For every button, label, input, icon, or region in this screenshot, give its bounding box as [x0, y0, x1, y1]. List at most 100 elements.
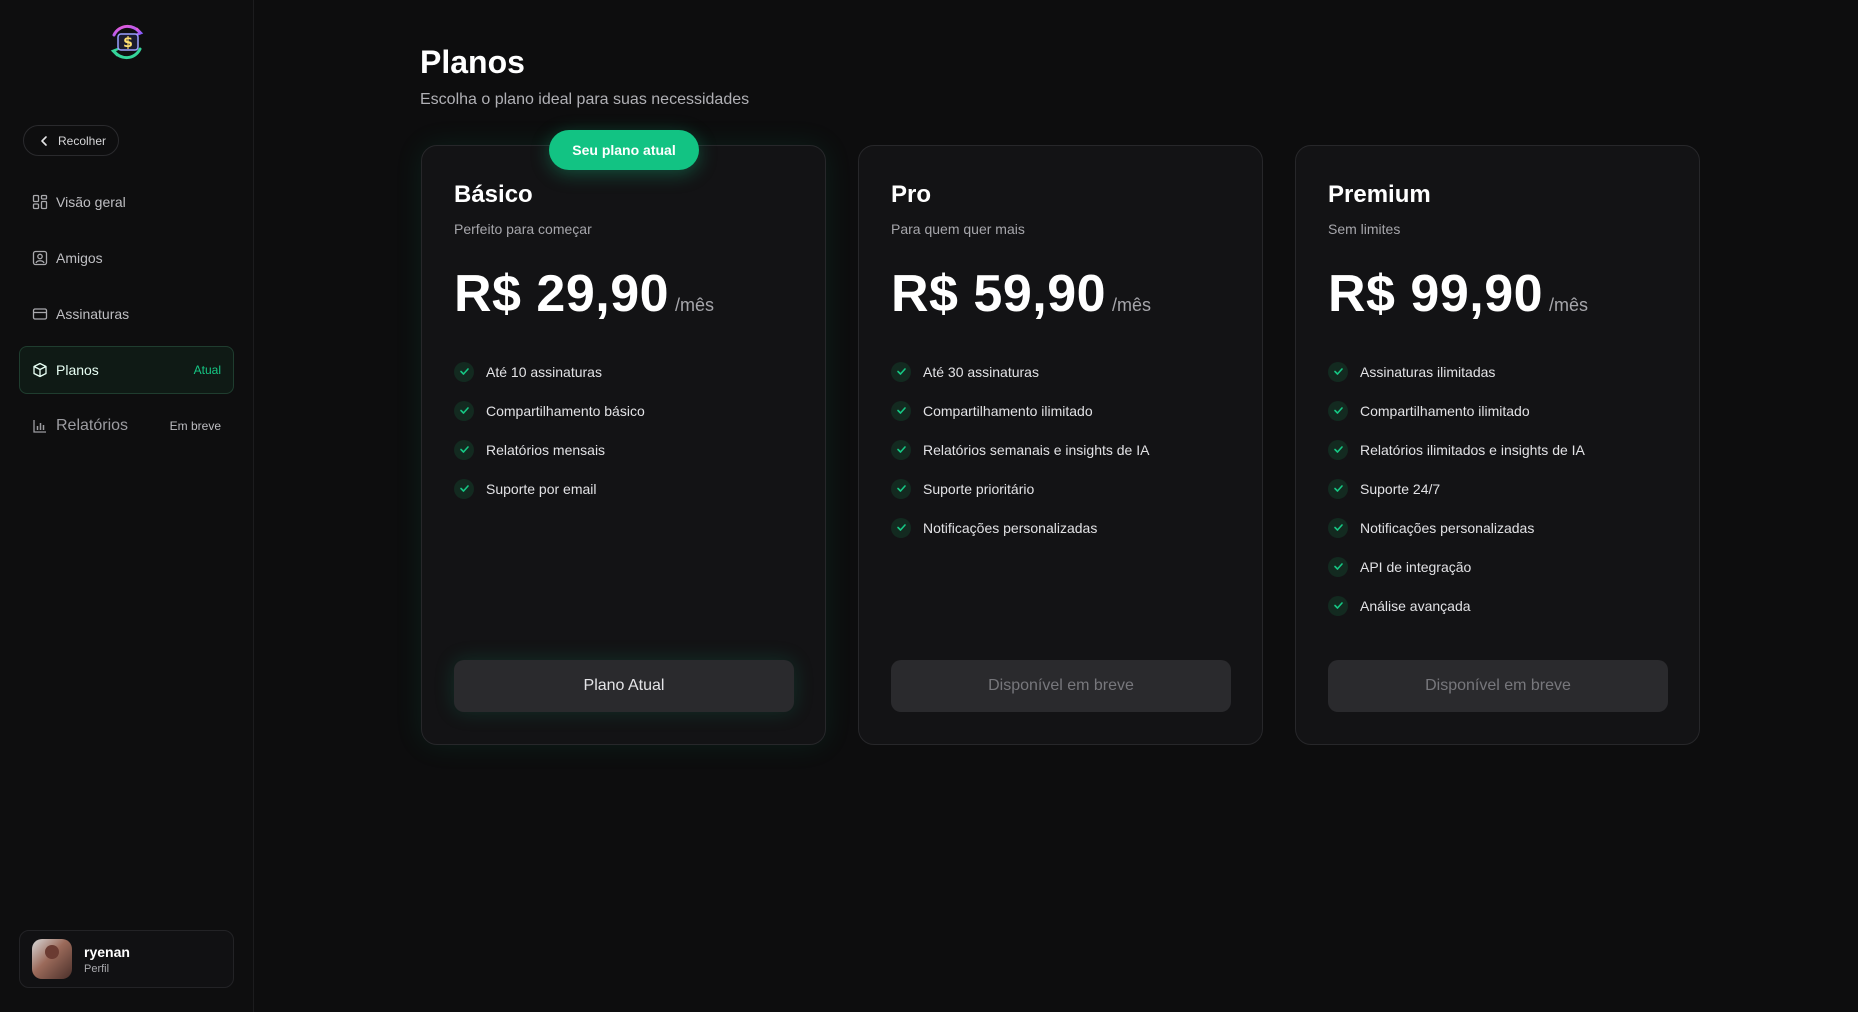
price-row: R$ 59,90 /mês — [891, 264, 1151, 324]
plan-card-premium: Premium Sem limites R$ 99,90 /mês Assina… — [1295, 145, 1700, 745]
feature-item: Notificações personalizadas — [891, 508, 1149, 547]
feature-label: Análise avançada — [1360, 597, 1471, 614]
feature-item: Suporte por email — [454, 469, 645, 508]
feature-label: Compartilhamento básico — [486, 402, 645, 419]
price-period: /mês — [1549, 295, 1589, 315]
sidebar-item-planos[interactable]: Planos Atual — [19, 346, 234, 394]
avatar — [32, 939, 72, 979]
feature-list: Assinaturas ilimitadas Compartilhamento … — [1328, 352, 1585, 625]
feature-item: Análise avançada — [1328, 586, 1585, 625]
collapse-button[interactable]: Recolher — [23, 125, 119, 156]
feature-label: Assinaturas ilimitadas — [1360, 363, 1496, 380]
profile-name: ryenan — [84, 943, 130, 960]
feature-item: Compartilhamento ilimitado — [891, 391, 1149, 430]
plan-description: Para quem quer mais — [891, 221, 1025, 237]
feature-item: Até 30 assinaturas — [891, 352, 1149, 391]
sidebar-item-assinaturas[interactable]: Assinaturas — [19, 290, 234, 338]
sidebar-item-label: Visão geral — [56, 194, 126, 210]
feature-item: API de integração — [1328, 547, 1585, 586]
plan-price: R$ 29,90 — [454, 265, 670, 323]
profile-subtitle: Perfil — [84, 962, 110, 975]
check-icon — [891, 439, 911, 460]
feature-item: Suporte prioritário — [891, 469, 1149, 508]
feature-item: Relatórios semanais e insights de IA — [891, 430, 1149, 469]
sidebar: $ Recolher Visão geral Amigos Assinatura… — [0, 0, 254, 1012]
current-plan-button[interactable]: Plano Atual — [454, 660, 794, 712]
feature-item: Assinaturas ilimitadas — [1328, 352, 1585, 391]
feature-item: Até 10 assinaturas — [454, 352, 645, 391]
plan-name: Básico — [454, 181, 533, 208]
contact-icon — [32, 250, 48, 266]
price-period: /mês — [1112, 295, 1152, 315]
svg-text:$: $ — [123, 35, 133, 51]
plan-price: R$ 59,90 — [891, 265, 1107, 323]
feature-label: Relatórios mensais — [486, 441, 606, 458]
price-row: R$ 29,90 /mês — [454, 264, 714, 324]
plan-name: Pro — [891, 181, 932, 208]
feature-label: Suporte prioritário — [923, 480, 1035, 497]
feature-label: Notificações personalizadas — [1360, 519, 1535, 536]
feature-label: Notificações personalizadas — [923, 519, 1098, 536]
feature-label: Até 30 assinaturas — [923, 363, 1039, 380]
check-icon — [891, 361, 911, 382]
plan-description: Perfeito para começar — [454, 221, 592, 237]
feature-label: Relatórios ilimitados e insights de IA — [1360, 441, 1585, 458]
feature-list: Até 30 assinaturas Compartilhamento ilim… — [891, 352, 1149, 547]
feature-item: Compartilhamento ilimitado — [1328, 391, 1585, 430]
feature-list: Até 10 assinaturas Compartilhamento bási… — [454, 352, 645, 508]
feature-label: Suporte 24/7 — [1360, 480, 1441, 497]
sidebar-item-label: Planos — [56, 362, 99, 378]
collapse-label: Recolher — [58, 133, 107, 148]
sidebar-nav: Visão geral Amigos Assinaturas Planos At… — [19, 178, 234, 458]
dashboard-icon — [32, 194, 48, 210]
feature-item: Relatórios ilimitados e insights de IA — [1328, 430, 1585, 469]
feature-label: Compartilhamento ilimitado — [923, 402, 1093, 419]
sidebar-item-relatorios[interactable]: Relatórios Em breve — [19, 402, 234, 450]
check-icon — [454, 400, 474, 421]
sidebar-item-amigos[interactable]: Amigos — [19, 234, 234, 282]
box-icon — [32, 362, 48, 378]
app-logo-icon[interactable]: $ — [106, 21, 148, 63]
feature-item: Notificações personalizadas — [1328, 508, 1585, 547]
sidebar-item-label: Assinaturas — [56, 306, 130, 322]
feature-item: Compartilhamento básico — [454, 391, 645, 430]
check-icon — [1328, 478, 1348, 499]
feature-item: Relatórios mensais — [454, 430, 645, 469]
check-icon — [454, 478, 474, 499]
current-plan-badge: Seu plano atual — [549, 130, 699, 170]
plan-name: Premium — [1328, 181, 1431, 208]
coming-soon-button[interactable]: Disponível em breve — [891, 660, 1231, 712]
sidebar-item-label: Amigos — [56, 250, 103, 266]
check-icon — [454, 439, 474, 460]
check-icon — [1328, 439, 1348, 460]
feature-label: Até 10 assinaturas — [486, 363, 602, 380]
feature-label: Relatórios semanais e insights de IA — [923, 441, 1150, 458]
price-row: R$ 99,90 /mês — [1328, 264, 1588, 324]
plan-description: Sem limites — [1328, 221, 1401, 237]
page-subtitle: Escolha o plano ideal para suas necessid… — [420, 91, 750, 108]
sidebar-item-label: Relatórios — [56, 417, 129, 434]
sidebar-item-visao-geral[interactable]: Visão geral — [19, 178, 234, 226]
check-icon — [1328, 556, 1348, 577]
current-tag: Atual — [193, 363, 221, 377]
feature-label: Suporte por email — [486, 480, 597, 497]
page-title: Planos — [420, 44, 525, 80]
plan-price: R$ 99,90 — [1328, 265, 1544, 323]
check-icon — [1328, 400, 1348, 421]
plan-card-pro: Pro Para quem quer mais R$ 59,90 /mês At… — [858, 145, 1263, 745]
check-icon — [454, 361, 474, 382]
coming-soon-button[interactable]: Disponível em breve — [1328, 660, 1668, 712]
bar-chart-icon — [32, 418, 48, 434]
card-icon — [32, 306, 48, 322]
profile-card[interactable]: ryenan Perfil — [19, 930, 234, 988]
check-icon — [891, 517, 911, 538]
check-icon — [891, 400, 911, 421]
feature-item: Suporte 24/7 — [1328, 469, 1585, 508]
price-period: /mês — [675, 295, 715, 315]
plan-card-basico: Seu plano atual Básico Perfeito para com… — [421, 130, 826, 745]
check-icon — [1328, 595, 1348, 616]
coming-soon-tag: Em breve — [169, 419, 221, 433]
check-icon — [891, 478, 911, 499]
check-icon — [1328, 517, 1348, 538]
feature-label: API de integração — [1360, 558, 1472, 575]
